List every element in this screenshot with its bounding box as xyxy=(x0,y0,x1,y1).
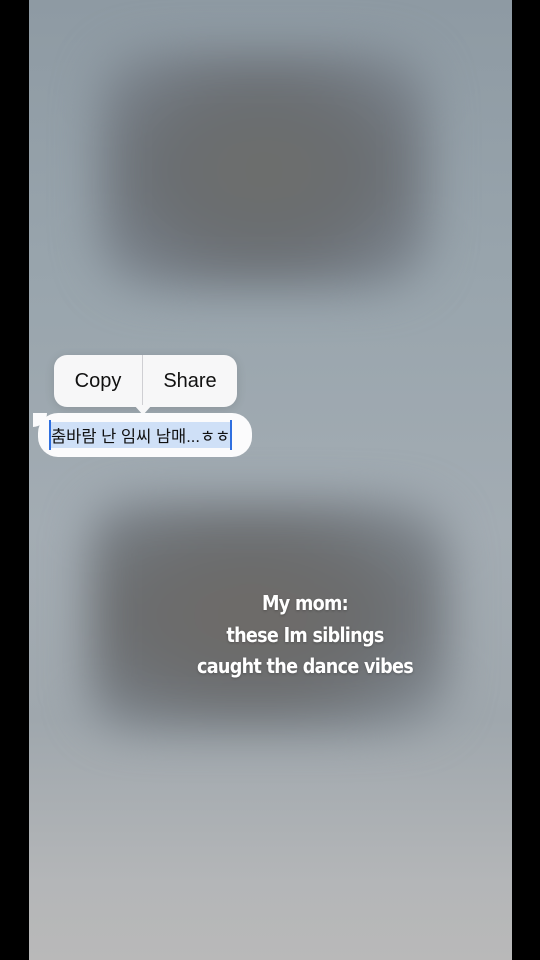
caption-line-1: My mom: xyxy=(261,591,349,615)
copy-button[interactable]: Copy xyxy=(54,355,142,407)
context-menu: Copy Share xyxy=(54,355,237,407)
share-button[interactable]: Share xyxy=(143,355,237,407)
selection-handle-end[interactable] xyxy=(230,420,233,450)
caption-line-2: these Im siblings xyxy=(226,622,384,647)
message-bubble[interactable]: 춤바람 난 임씨 남매...ㅎㅎ xyxy=(38,413,252,457)
video-frame xyxy=(29,0,512,960)
message-text: 춤바람 난 임씨 남매...ㅎㅎ xyxy=(51,428,231,446)
caption-line-3: caught the dance vibes xyxy=(196,654,414,678)
video-caption: My mom: these Im siblings caught the dan… xyxy=(169,588,442,683)
selected-message-text[interactable]: 춤바람 난 임씨 남매...ㅎㅎ xyxy=(49,420,233,450)
selection-handle-start[interactable] xyxy=(49,420,51,450)
blurred-background-top xyxy=(99,50,429,290)
